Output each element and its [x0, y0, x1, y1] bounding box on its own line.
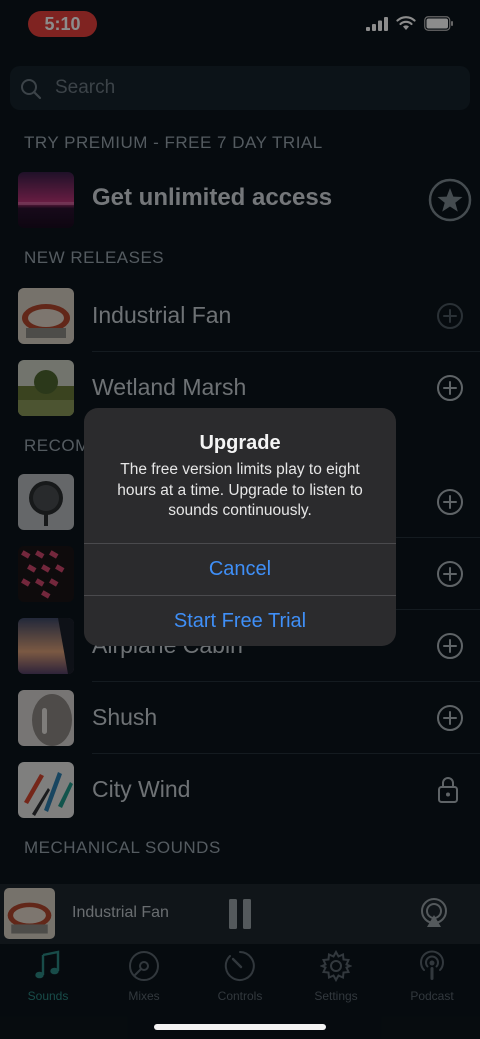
- cancel-button[interactable]: Cancel: [84, 544, 396, 594]
- alert-message: The free version limits play to eight ho…: [117, 461, 363, 519]
- sounds-screen: 5:10 Search TRY PREMIUM - FREE 7 DAY TRI…: [0, 0, 480, 1039]
- upgrade-alert: Upgrade The free version limits play to …: [84, 408, 396, 646]
- start-free-trial-button[interactable]: Start Free Trial: [84, 596, 396, 646]
- alert-title: Upgrade: [199, 432, 281, 454]
- home-indicator[interactable]: [154, 1024, 326, 1030]
